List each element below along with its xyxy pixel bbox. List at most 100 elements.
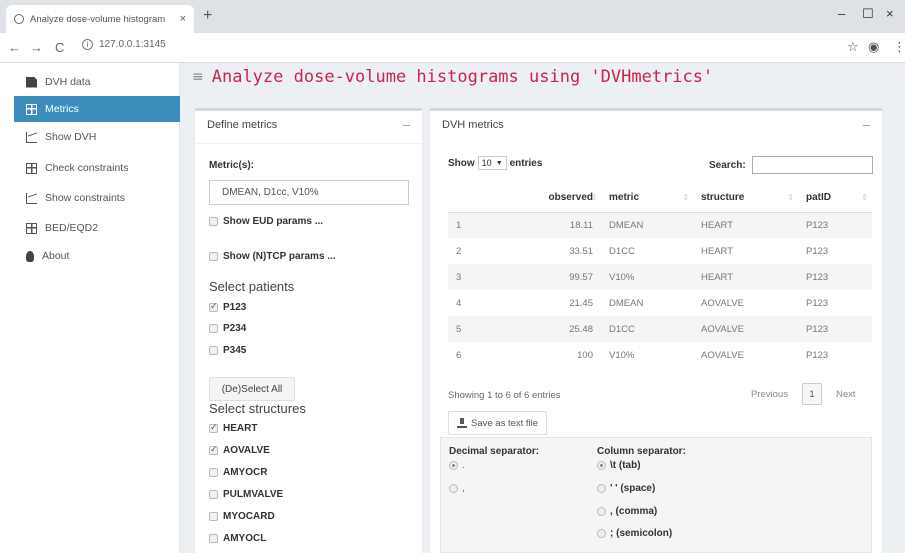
collapse-icon[interactable]: – <box>863 117 870 132</box>
checkbox-icon[interactable] <box>209 346 218 355</box>
checkbox-icon[interactable] <box>209 252 218 261</box>
structure-checkbox-amyocr[interactable]: AMYOCR <box>209 467 267 478</box>
decimal-radio-comma[interactable]: , <box>449 483 465 494</box>
column-header-patid[interactable]: patID ⇕ <box>798 184 872 213</box>
checkbox-label: P345 <box>223 345 247 356</box>
table-cell: 6 <box>456 349 462 361</box>
table-row[interactable]: 6 100 V10% AOVALVE P123 <box>448 342 872 368</box>
tab-close-icon[interactable]: × <box>180 13 186 25</box>
decimal-radio-dot[interactable]: . <box>449 460 465 471</box>
patient-checkbox-p345[interactable]: P345 <box>209 345 246 356</box>
browser-tab[interactable]: Analyze dose-volume histogram × <box>6 5 194 33</box>
structure-checkbox-myocard[interactable]: MYOCARD <box>209 511 275 522</box>
checkbox-icon[interactable] <box>209 512 218 521</box>
radio-selected-icon[interactable] <box>449 461 458 470</box>
table-cell: P123 <box>798 316 872 342</box>
table-cell: 2 <box>456 245 462 257</box>
radio-icon[interactable] <box>597 507 606 516</box>
hamburger-menu-icon[interactable]: ≡ <box>192 69 204 85</box>
profile-icon[interactable]: ◉ <box>868 39 879 55</box>
table-cell: HEART <box>693 264 798 290</box>
table-info: Showing 1 to 6 of 6 entries <box>448 390 561 401</box>
metrics-input[interactable]: DMEAN, D1cc, V10% <box>209 180 409 205</box>
radio-selected-icon[interactable] <box>597 461 606 470</box>
column-radio-comma[interactable]: , (comma) <box>597 506 657 517</box>
url-field[interactable]: i 127.0.0.1:3145 <box>82 39 166 50</box>
minimize-icon[interactable]: – <box>838 6 845 21</box>
next-page-button[interactable]: Next <box>830 389 862 400</box>
show-ntcp-checkbox[interactable]: Show (N)TCP params ... <box>209 251 336 262</box>
window-close-icon[interactable]: × <box>886 6 894 21</box>
reload-icon[interactable]: C <box>55 40 64 55</box>
checkbox-checked-icon[interactable] <box>209 422 218 433</box>
table-cell: DMEAN <box>609 297 644 309</box>
structure-checkbox-pulmvalve[interactable]: PULMVALVE <box>209 489 283 500</box>
sidebar-item-label: Show DVH <box>45 131 97 143</box>
column-radio-space[interactable]: ' ' (space) <box>597 483 655 494</box>
dvh-metrics-table: observed ⇕ metric ⇕ structure ⇕ patID ⇕ 1 18… <box>448 184 872 368</box>
radio-icon[interactable] <box>597 484 606 493</box>
checkbox-icon[interactable] <box>209 468 218 477</box>
column-header-index[interactable] <box>448 184 533 213</box>
chart-icon <box>26 192 37 204</box>
patient-checkbox-p234[interactable]: P234 <box>209 323 246 334</box>
new-tab-button[interactable]: + <box>203 7 212 25</box>
table-cell: 25.48 <box>533 316 601 342</box>
column-radio-semicolon[interactable]: ; (semicolon) <box>597 528 672 539</box>
sidebar-item-about[interactable]: About <box>0 243 180 269</box>
checkbox-icon[interactable] <box>209 324 218 333</box>
save-text-file-button[interactable]: Save as text file <box>448 411 548 435</box>
forward-icon[interactable]: → <box>30 40 43 55</box>
checkbox-icon[interactable] <box>209 490 218 499</box>
patient-checkbox-p123[interactable]: P123 <box>209 301 247 313</box>
sort-icon: ⇕ <box>787 193 794 202</box>
table-cell: V10% <box>601 264 693 290</box>
sidebar-item-show-constraints[interactable]: Show constraints <box>0 185 180 211</box>
column-header-metric[interactable]: metric ⇕ <box>601 184 693 213</box>
entries-select[interactable]: 10 ▼ <box>477 156 507 170</box>
collapse-icon[interactable]: – <box>403 117 410 132</box>
sidebar-item-metrics[interactable]: Metrics <box>14 96 180 122</box>
maximize-icon[interactable]: ☐ <box>862 6 874 22</box>
radio-icon[interactable] <box>449 484 458 493</box>
tab-title: Analyze dose-volume histogram <box>30 13 166 25</box>
browser-menu-icon[interactable]: ⋮ <box>893 39 905 55</box>
checkbox-label: MYOCARD <box>223 511 275 522</box>
structure-checkbox-aovalve[interactable]: AOVALVE <box>209 444 270 456</box>
table-row[interactable]: 2 33.51 D1CC HEART P123 <box>448 238 872 264</box>
sort-icon: ⇕ <box>861 193 868 202</box>
sidebar-item-bed-eqd2[interactable]: BED/EQD2 <box>0 215 180 241</box>
sidebar-item-show-dvh[interactable]: Show DVH <box>0 124 180 150</box>
checkbox-label: P123 <box>223 302 247 313</box>
checkbox-checked-icon[interactable] <box>209 444 218 455</box>
current-page-button[interactable]: 1 <box>801 383 822 405</box>
star-icon[interactable]: ☆ <box>847 39 859 55</box>
structure-checkbox-heart[interactable]: HEART <box>209 422 257 434</box>
checkbox-icon[interactable] <box>209 534 218 543</box>
favicon-icon <box>14 14 24 24</box>
column-header-observed[interactable]: observed ⇕ <box>533 184 601 213</box>
structure-checkbox-amyocl[interactable]: AMYOCL <box>209 533 266 544</box>
site-info-icon[interactable]: i <box>82 39 93 50</box>
back-icon[interactable]: ← <box>8 40 21 55</box>
show-eud-checkbox[interactable]: Show EUD params ... <box>209 216 323 227</box>
table-row[interactable]: 3 99.57 V10% HEART P123 <box>448 264 872 290</box>
previous-page-button[interactable]: Previous <box>745 389 794 400</box>
table-row[interactable]: 4 21.45 DMEAN AOVALVE P123 <box>448 290 872 316</box>
column-radio-tab[interactable]: \t (tab) <box>597 460 641 471</box>
column-header-structure[interactable]: structure ⇕ <box>693 184 798 213</box>
checkbox-icon[interactable] <box>209 217 218 226</box>
table-cell: HEART <box>701 245 734 257</box>
table-row[interactable]: 5 25.48 D1CC AOVALVE P123 <box>448 316 872 342</box>
deselect-all-button[interactable]: (De)Select All <box>209 377 295 401</box>
search-input[interactable] <box>751 156 873 174</box>
sidebar-item-label: Check constraints <box>45 162 129 174</box>
search-label: Search: <box>709 159 746 171</box>
sidebar-item-dvh-data[interactable]: DVH data <box>0 69 180 95</box>
checkbox-checked-icon[interactable] <box>209 301 218 312</box>
table-row[interactable]: 1 18.11 DMEAN HEART P123 <box>448 212 872 238</box>
radio-label: , (comma) <box>610 506 658 517</box>
table-cell: P123 <box>806 297 829 309</box>
sidebar-item-check-constraints[interactable]: Check constraints <box>0 155 180 181</box>
radio-icon[interactable] <box>597 529 606 538</box>
